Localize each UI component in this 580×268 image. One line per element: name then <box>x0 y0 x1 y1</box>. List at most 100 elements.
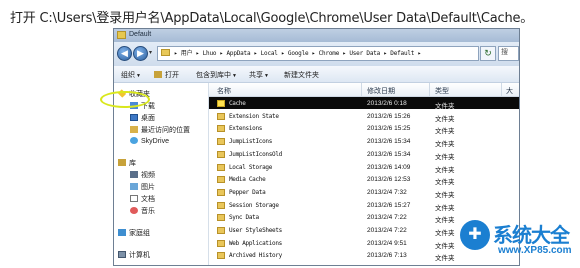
sidebar-item-music[interactable]: 音乐 <box>130 206 155 216</box>
file-row[interactable]: Pepper Data 2013/2/4 7:32 文件夹 <box>209 186 519 199</box>
folder-icon <box>217 125 225 133</box>
refresh-button[interactable]: ↻ <box>480 46 496 61</box>
folder-icon <box>217 239 225 247</box>
include-in-library-menu[interactable]: 包含到库中▼ <box>196 70 237 80</box>
file-name: Archived History <box>229 252 282 260</box>
file-name: Local Storage <box>229 163 273 171</box>
desktop-icon <box>130 114 138 121</box>
navigation-pane: 收藏夹 下载 桌面 最近访问的位置 SkyDrive 库 视频 图片 文档 音乐… <box>114 83 209 265</box>
folder-icon <box>117 31 126 39</box>
include-label: 包含到库中 <box>196 72 231 79</box>
column-header-type[interactable]: 类型 <box>435 86 449 96</box>
share-label: 共享 <box>249 72 263 79</box>
back-button[interactable]: ◀ <box>117 46 132 61</box>
folder-icon <box>217 138 225 146</box>
file-type: 文件夹 <box>435 166 455 174</box>
sidebar-item-pictures[interactable]: 图片 <box>130 182 155 192</box>
column-header-name[interactable]: 名称 <box>217 86 231 96</box>
sidebar-item-libraries[interactable]: 库 <box>118 158 136 168</box>
file-row[interactable]: Media Cache 2013/2/6 12:53 文件夹 <box>209 173 519 186</box>
file-type: 文件夹 <box>435 103 455 110</box>
file-date: 2013/2/6 14:09 <box>367 163 411 171</box>
watermark-url: www.XP85.com <box>498 245 572 256</box>
column-divider[interactable] <box>361 83 362 96</box>
file-date: 2013/2/6 15:34 <box>367 138 411 146</box>
sidebar-item-videos[interactable]: 视频 <box>130 170 155 180</box>
file-row[interactable]: Extensions 2013/2/6 15:25 文件夹 <box>209 122 519 135</box>
document-icon <box>130 195 138 202</box>
file-type: 文件夹 <box>435 141 455 149</box>
homegroup-icon <box>118 229 126 236</box>
share-menu[interactable]: 共享▼ <box>249 70 269 80</box>
recent-pages-dropdown-icon[interactable]: ▾ <box>149 49 152 56</box>
sidebar-item-label: 家庭组 <box>129 230 150 237</box>
folder-icon <box>161 49 170 56</box>
file-date: 2013/2/6 15:34 <box>367 150 411 158</box>
sidebar-item-label: 音乐 <box>141 208 155 215</box>
organize-menu[interactable]: 组织▼ <box>121 70 141 80</box>
sidebar-item-label: 库 <box>129 160 136 167</box>
organize-label: 组织 <box>121 72 135 79</box>
sidebar-item-label: 文档 <box>141 196 155 203</box>
file-type: 文件夹 <box>435 230 455 237</box>
sidebar-item-desktop[interactable]: 桌面 <box>130 113 155 123</box>
file-name: Session Storage <box>229 201 279 209</box>
video-icon <box>130 171 138 178</box>
sidebar-item-label: SkyDrive <box>141 138 170 145</box>
sidebar-item-recent[interactable]: 最近访问的位置 <box>130 125 190 135</box>
new-folder-button[interactable]: 新建文件夹 <box>284 70 319 80</box>
file-row[interactable]: Session Storage 2013/2/6 15:27 文件夹 <box>209 199 519 212</box>
instruction-caption: 打开 C:\Users\登录用户名\AppData\Local\Google\C… <box>10 11 534 26</box>
file-name: Sync Data <box>229 214 259 222</box>
file-type: 文件夹 <box>435 191 455 199</box>
music-icon <box>130 207 138 214</box>
column-divider[interactable] <box>501 83 502 96</box>
file-name: Extension State <box>229 112 279 120</box>
chevron-down-icon: ▼ <box>232 73 237 79</box>
file-type: 文件夹 <box>435 242 455 250</box>
window-title: Default <box>129 31 152 38</box>
column-header-size[interactable]: 大 <box>506 86 513 96</box>
file-row[interactable]: Cache 2013/2/6 0:18 文件夹 <box>209 97 519 110</box>
file-type: 文件夹 <box>435 115 455 123</box>
sidebar-item-label: 下载 <box>141 103 155 110</box>
open-button[interactable]: 打开 <box>154 70 179 80</box>
file-date: 2013/2/6 7:13 <box>367 252 407 260</box>
folder-icon <box>217 188 225 196</box>
sidebar-item-label: 视频 <box>141 172 155 179</box>
file-row[interactable]: Local Storage 2013/2/6 14:09 文件夹 <box>209 161 519 174</box>
file-name: Pepper Data <box>229 188 266 196</box>
sidebar-item-downloads[interactable]: 下载 <box>130 101 155 111</box>
brand-logo-icon: ✚ <box>460 220 490 250</box>
sidebar-item-homegroup[interactable]: 家庭组 <box>118 228 150 238</box>
sidebar-item-skydrive[interactable]: SkyDrive <box>130 137 169 145</box>
column-header-date[interactable]: 修改日期 <box>367 86 395 96</box>
title-bar: Default <box>114 29 519 42</box>
folder-icon <box>217 227 225 234</box>
file-row[interactable]: Extension State 2013/2/6 15:26 文件夹 <box>209 110 519 123</box>
file-date: 2013/2/6 15:27 <box>367 201 411 209</box>
folder-icon <box>217 214 225 222</box>
watermark-name: 系统大全 <box>493 223 570 247</box>
folder-icon <box>217 150 225 158</box>
sidebar-item-computer[interactable]: 计算机 <box>118 250 150 260</box>
folder-icon <box>217 163 225 171</box>
folder-icon <box>217 201 225 209</box>
file-date: 2013/2/4 7:32 <box>367 188 407 196</box>
forward-button[interactable]: ▶ <box>133 46 148 61</box>
file-type: 文件夹 <box>435 153 455 161</box>
sidebar-item-label: 计算机 <box>129 252 150 259</box>
watermark: ✚ 系统大全 www.XP85.com <box>460 218 580 268</box>
folder-icon <box>217 176 225 184</box>
open-icon <box>154 71 162 78</box>
file-name: Web Applications <box>229 239 282 247</box>
file-row[interactable]: JumpListIconsOld 2013/2/6 15:34 文件夹 <box>209 148 519 161</box>
address-field[interactable]: ▸ 用户 ▸ Lhuo ▸ AppData ▸ Local ▸ Google ▸… <box>157 46 479 61</box>
search-input[interactable]: 搜 <box>498 46 519 61</box>
sidebar-item-documents[interactable]: 文档 <box>130 194 155 204</box>
chevron-down-icon: ▼ <box>264 73 269 79</box>
sidebar-item-favorites[interactable]: 收藏夹 <box>117 89 150 99</box>
column-divider[interactable] <box>429 83 430 96</box>
file-row[interactable]: JumpListIcons 2013/2/6 15:34 文件夹 <box>209 135 519 149</box>
file-date: 2013/2/6 15:26 <box>367 112 411 120</box>
